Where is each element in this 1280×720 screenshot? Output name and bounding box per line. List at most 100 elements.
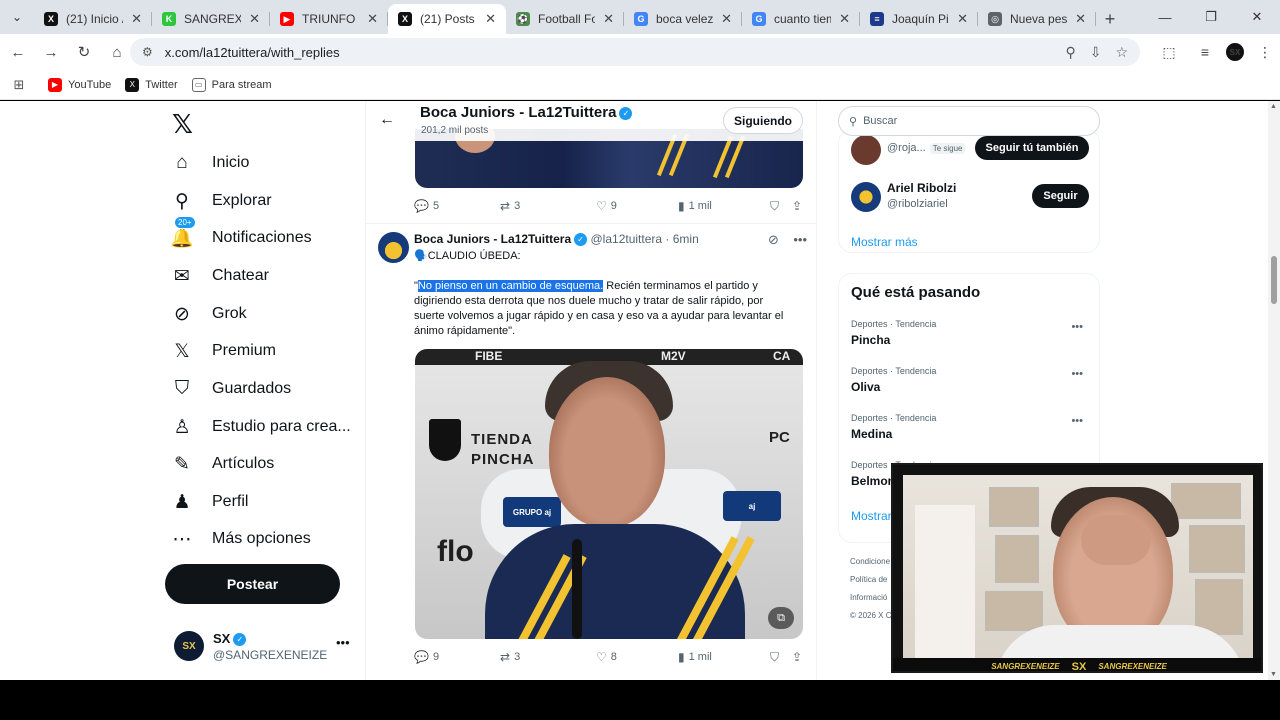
tweet-more-icon[interactable]: •••: [793, 232, 807, 247]
tweet-time[interactable]: 6min: [673, 232, 699, 246]
trend-item[interactable]: Deportes · Tendencia Oliva •••: [851, 366, 1091, 406]
browser-tab[interactable]: ▶ TRIUNFO de ✕: [270, 4, 388, 34]
previous-post-actions: 💬 5 ⇄ 3 ♡ 9 ▮ 1 mil ⛉ ⇪: [414, 196, 806, 216]
grok-analyze-icon[interactable]: ⊘: [768, 232, 779, 247]
footer-link[interactable]: Política de: [850, 571, 891, 589]
nav-item-search[interactable]: ⚲ Explorar: [170, 186, 272, 216]
browser-tab[interactable]: Gboca velez - ✕: [624, 4, 742, 34]
bookmark-star-icon[interactable]: ☆: [1115, 44, 1128, 61]
following-button[interactable]: Siguiendo: [723, 107, 803, 134]
browser-tab[interactable]: ◎ Nueva pesta ✕: [978, 4, 1096, 34]
tab-close-icon[interactable]: ✕: [131, 11, 142, 27]
close-window-button[interactable]: ✕: [1234, 0, 1280, 34]
tweet-author-handle[interactable]: @la12tuittera: [591, 232, 663, 246]
trend-more-icon[interactable]: •••: [1071, 368, 1083, 380]
browser-tab[interactable]: X (21) Posts co ✕: [388, 4, 506, 34]
forward-button[interactable]: →: [36, 37, 66, 67]
footer-link[interactable]: Informació: [850, 589, 891, 607]
footer-link[interactable]: Condicione: [850, 553, 891, 571]
browser-tab[interactable]: ≡ Joaquín Piñe ✕: [860, 4, 978, 34]
nav-item-more-options[interactable]: ⋯ Más opciones: [170, 524, 311, 554]
home-button[interactable]: ⌂: [102, 37, 132, 67]
browser-tab[interactable]: Gcuanto tiemp ✕: [742, 4, 860, 34]
browser-tab[interactable]: X (21) Inicio / X ✕: [34, 4, 152, 34]
nav-item-profile[interactable]: ♟ Perfil: [170, 487, 248, 517]
follow-button[interactable]: Seguir: [1032, 184, 1089, 208]
tab-close-icon[interactable]: ✕: [721, 11, 732, 27]
browser-tab[interactable]: K SANGREXENEIZE ✕: [152, 4, 270, 34]
share-button[interactable]: ⇪: [792, 199, 802, 213]
post-button[interactable]: Postear: [165, 564, 340, 604]
bookmark-item[interactable]: ▭ Para stream: [191, 77, 272, 92]
nav-item-grok[interactable]: ⊘ Grok: [170, 299, 247, 329]
nav-item-bookmark[interactable]: ⛉ Guardados: [170, 374, 291, 404]
tweet-media-image[interactable]: FIBE M2V CA TIENDA PINCHA PC GRUPO aj aj…: [415, 349, 803, 639]
address-bar[interactable]: ⚙ x.com/la12tuittera/with_replies ⚲ ⇩ ☆: [130, 38, 1140, 66]
back-arrow-icon[interactable]: ←: [379, 111, 395, 129]
maximize-button[interactable]: ❐: [1188, 0, 1234, 34]
trend-more-icon[interactable]: •••: [1071, 321, 1083, 333]
follow-suggestion[interactable]: Ariel Ribolzi @ribolziariel Seguir: [839, 177, 1099, 217]
tab-close-icon[interactable]: ✕: [367, 11, 378, 27]
media-controls-icon[interactable]: ≡: [1190, 44, 1220, 60]
tab-close-icon[interactable]: ✕: [603, 11, 614, 27]
site-info-icon[interactable]: ⚙: [142, 45, 153, 59]
new-tab-button[interactable]: +: [1096, 4, 1124, 34]
bookmark-item[interactable]: X Twitter: [125, 77, 178, 92]
show-more-link[interactable]: Mostrar más: [851, 235, 918, 249]
account-switcher[interactable]: SX SX ✓ @SANGREXENEIZE •••: [170, 627, 355, 667]
reload-button[interactable]: ↻: [69, 37, 99, 67]
bookmark-item[interactable]: ▶ YouTube: [48, 77, 111, 92]
repost-button[interactable]: ⇄ 3: [500, 650, 596, 664]
repost-button[interactable]: ⇄ 3: [500, 199, 596, 213]
tab-close-icon[interactable]: ✕: [957, 11, 968, 27]
follow-suggestion[interactable]: Grecia @roja...Te sigue Seguir tú tambié…: [839, 130, 1099, 170]
show-more-trends-link[interactable]: Mostrar: [851, 509, 892, 523]
tweet-author-avatar[interactable]: [378, 232, 409, 263]
nav-item-home[interactable]: ⌂ Inicio: [170, 148, 249, 178]
nav-item-articles[interactable]: ✎ Artículos: [170, 449, 274, 479]
share-button[interactable]: ⇪: [792, 650, 802, 664]
trend-item[interactable]: Deportes · Tendencia Medina •••: [851, 413, 1091, 453]
reply-button[interactable]: 💬 5: [414, 199, 500, 213]
bookmark-button[interactable]: ⛉: [770, 199, 792, 214]
tab-close-icon[interactable]: ✕: [839, 11, 850, 27]
trend-item[interactable]: Deportes · Tendencia Pincha •••: [851, 319, 1091, 359]
tab-close-icon[interactable]: ✕: [249, 11, 260, 27]
like-button[interactable]: ♡ 8: [596, 650, 678, 664]
tweet-author-name[interactable]: Boca Juniors - La12Tuittera: [414, 232, 571, 246]
apps-grid-icon[interactable]: ⊞: [4, 77, 34, 93]
views-button[interactable]: ▮ 1 mil: [678, 650, 770, 664]
like-button[interactable]: ♡ 9: [596, 199, 678, 213]
scroll-up-icon[interactable]: ▲: [1270, 103, 1277, 110]
bookmark-button[interactable]: ⛉: [770, 650, 792, 665]
minimize-button[interactable]: —: [1142, 0, 1188, 34]
extensions-icon[interactable]: ⬚: [1154, 44, 1184, 61]
page-scrollbar[interactable]: ▲ ▼: [1268, 101, 1280, 680]
browser-menu-icon[interactable]: ⋮: [1250, 44, 1280, 61]
trend-more-icon[interactable]: •••: [1071, 415, 1083, 427]
search-input[interactable]: ⚲ Buscar: [838, 106, 1100, 136]
nav-item-x-premium[interactable]: 𝕏 Premium: [170, 336, 276, 366]
tab-search-icon[interactable]: ⌄: [0, 0, 34, 34]
account-more-icon[interactable]: •••: [336, 635, 350, 650]
follow-back-button[interactable]: Seguir tú también: [975, 136, 1089, 160]
nav-item-mail[interactable]: ✉ Chatear: [170, 261, 269, 291]
tab-close-icon[interactable]: ✕: [485, 11, 496, 27]
browser-tab[interactable]: ⚽ Football Form ✕: [506, 4, 624, 34]
zoom-icon[interactable]: ⚲: [1065, 44, 1075, 61]
profile-avatar[interactable]: SX: [1226, 43, 1244, 61]
scroll-down-icon[interactable]: ▼: [1270, 671, 1277, 678]
bookmark-icon: ⛉: [174, 378, 190, 399]
x-logo-icon[interactable]: 𝕏: [172, 109, 193, 140]
image-alt-icon[interactable]: ⧉: [768, 607, 794, 629]
footer-copyright: © 2026 X C: [850, 611, 892, 620]
nav-item-bell[interactable]: 🔔 20+ Notificaciones: [170, 216, 312, 253]
install-app-icon[interactable]: ⇩: [1090, 44, 1102, 61]
scrollbar-thumb[interactable]: [1271, 256, 1277, 304]
reply-button[interactable]: 💬 9: [414, 650, 500, 664]
tab-close-icon[interactable]: ✕: [1075, 11, 1086, 27]
back-button[interactable]: ←: [3, 37, 33, 67]
views-button[interactable]: ▮ 1 mil: [678, 199, 770, 213]
nav-item-creator-studio[interactable]: ♙ Estudio para crea...: [170, 412, 350, 442]
